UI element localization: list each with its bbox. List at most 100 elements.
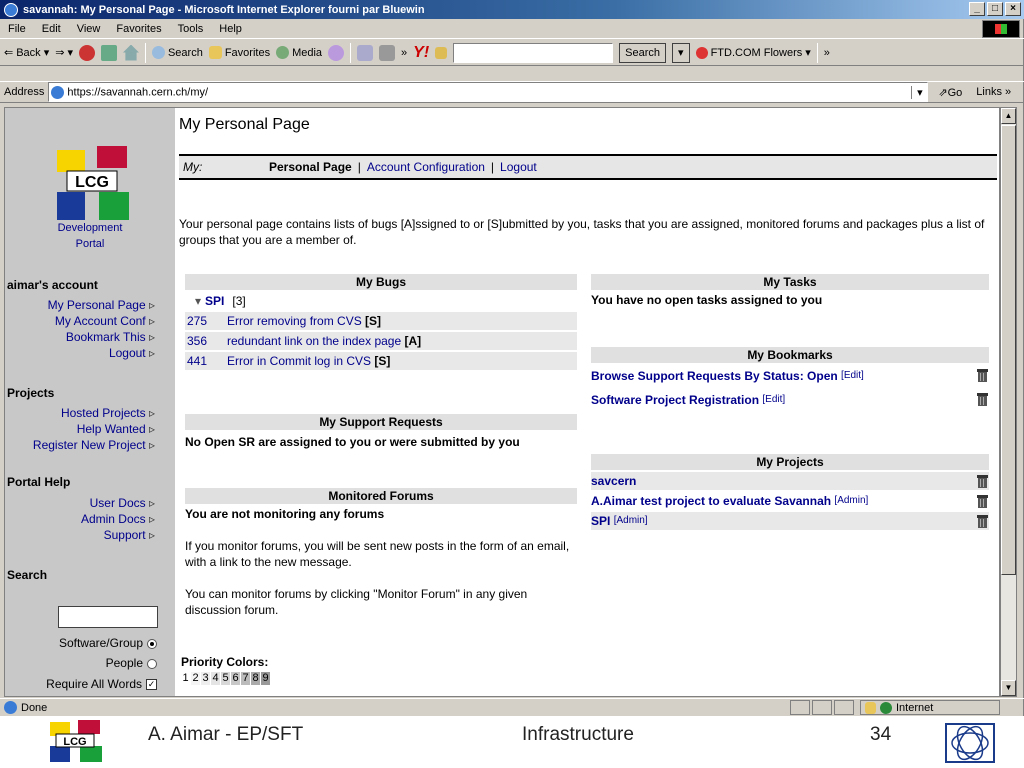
go-button[interactable]: ⇗Go bbox=[938, 86, 962, 99]
account-heading: aimar's account bbox=[7, 278, 98, 292]
list-item: SPI [Admin] bbox=[591, 512, 989, 530]
software-group-radio[interactable] bbox=[147, 638, 157, 649]
favorites-button[interactable]: Favorites bbox=[208, 46, 270, 59]
history-icon[interactable] bbox=[328, 44, 345, 61]
scroll-up-icon[interactable]: ▲ bbox=[1001, 108, 1016, 124]
monitored-forums-heading: Monitored Forums bbox=[185, 488, 577, 504]
bug-group-spi[interactable]: SPI bbox=[205, 292, 224, 310]
menu-edit[interactable]: Edit bbox=[34, 23, 69, 35]
footer-author: A. Aimar - EP/SFT bbox=[148, 724, 304, 745]
search-heading: Search bbox=[7, 568, 48, 582]
favorites-icon bbox=[208, 46, 222, 59]
support-requests-heading: My Support Requests bbox=[185, 414, 577, 430]
people-option[interactable]: People bbox=[106, 656, 157, 670]
people-radio[interactable] bbox=[147, 658, 157, 669]
globe-icon bbox=[880, 701, 892, 714]
yahoo-logo-icon[interactable]: Y! bbox=[413, 44, 429, 62]
nav-account-configuration[interactable]: Account Configuration bbox=[367, 160, 485, 174]
toolbar-chevron-icon[interactable]: » bbox=[824, 47, 830, 59]
hosted-projects-link[interactable]: Hosted Projects bbox=[61, 406, 155, 420]
table-row[interactable]: 441 Error in Commit log in CVS [S] bbox=[185, 352, 577, 370]
register-new-project-link[interactable]: Register New Project bbox=[33, 438, 155, 452]
require-all-words-option[interactable]: Require All Words ✓ bbox=[46, 677, 157, 691]
table-row[interactable]: 356 redundant link on the index page [A] bbox=[185, 332, 577, 350]
search-toolbar-button[interactable]: Search bbox=[151, 46, 203, 59]
scroll-down-icon[interactable]: ▼ bbox=[1001, 680, 1016, 696]
logout-link[interactable]: Logout bbox=[109, 346, 155, 360]
pencil-icon[interactable] bbox=[435, 46, 448, 59]
software-group-option[interactable]: Software/Group bbox=[59, 636, 157, 650]
my-account-conf-link[interactable]: My Account Conf bbox=[55, 314, 155, 328]
address-dropdown-icon[interactable]: ▾ bbox=[911, 85, 927, 99]
links-button[interactable]: Links » bbox=[976, 86, 1011, 98]
portal-title[interactable]: Development Portal bbox=[5, 220, 175, 252]
back-arrow-icon: ⇐ bbox=[4, 47, 14, 59]
ie-icon bbox=[4, 2, 18, 17]
collapse-triangle-icon[interactable]: ▾ bbox=[195, 292, 201, 310]
mail-icon[interactable] bbox=[357, 44, 374, 61]
flowers-link[interactable]: FTD.COM Flowers ▾ bbox=[695, 46, 811, 59]
toolbar-search-input[interactable] bbox=[453, 42, 614, 63]
list-item: Software Project Registration [Edit] bbox=[591, 391, 989, 409]
intro-text: Your personal page contains lists of bug… bbox=[179, 217, 985, 247]
forward-arrow-icon: ⇒ bbox=[55, 47, 65, 59]
bug-group: ▾ SPI [3] bbox=[185, 292, 577, 310]
back-button[interactable]: ⇐ Back ▾ bbox=[4, 46, 49, 60]
require-all-words-checkbox[interactable]: ✓ bbox=[146, 679, 157, 691]
my-personal-page-link[interactable]: My Personal Page bbox=[48, 298, 155, 312]
trash-icon[interactable] bbox=[976, 513, 989, 528]
nav-logout[interactable]: Logout bbox=[500, 160, 537, 174]
svg-text:LCG: LCG bbox=[75, 174, 109, 191]
menu-tools[interactable]: Tools bbox=[170, 23, 212, 35]
bookmark-this-link[interactable]: Bookmark This bbox=[66, 330, 155, 344]
trash-icon[interactable] bbox=[976, 493, 989, 508]
zone-text: Internet bbox=[896, 701, 934, 714]
minimize-button[interactable]: _ bbox=[969, 2, 985, 16]
priority-scale: 123456789 bbox=[181, 672, 270, 685]
monitored-forums-section: Monitored Forums You are not monitoring … bbox=[185, 488, 577, 618]
help-wanted-link[interactable]: Help Wanted bbox=[77, 422, 155, 436]
support-link[interactable]: Support bbox=[104, 528, 155, 542]
my-nav-bar: My: Personal Page | Account Configuratio… bbox=[179, 154, 997, 180]
bug-group-count: [3] bbox=[232, 294, 246, 308]
stop-icon[interactable] bbox=[78, 44, 95, 61]
more-tools-icon[interactable]: » bbox=[401, 47, 407, 59]
svg-text:LCG: LCG bbox=[63, 736, 86, 748]
my-bugs-heading: My Bugs bbox=[185, 274, 577, 290]
forums-howto-text: You can monitor forums by clicking "Moni… bbox=[185, 587, 528, 617]
projects-heading: Projects bbox=[7, 386, 55, 400]
menu-view[interactable]: View bbox=[69, 23, 109, 35]
address-bar: Address https://savannah.cern.ch/my/ ▾ ⇗… bbox=[0, 81, 1024, 103]
footer-page-number: 34 bbox=[870, 724, 892, 745]
scroll-thumb[interactable] bbox=[1001, 125, 1016, 575]
refresh-icon[interactable] bbox=[100, 44, 117, 61]
toolbar: ⇐ Back ▾ ⇒ ▾ Search Favorites Media » Y! … bbox=[0, 40, 1024, 66]
close-button[interactable]: × bbox=[1005, 2, 1021, 16]
menu-favorites[interactable]: Favorites bbox=[108, 23, 169, 35]
table-row[interactable]: 275 Error removing from CVS [S] bbox=[185, 312, 577, 330]
sidebar-search-input[interactable] bbox=[58, 606, 158, 628]
search-dropdown-button[interactable]: ▾ bbox=[672, 42, 690, 63]
admin-docs-link[interactable]: Admin Docs bbox=[81, 512, 155, 526]
trash-icon[interactable] bbox=[976, 367, 989, 382]
print-icon[interactable] bbox=[379, 44, 396, 61]
menu-help[interactable]: Help bbox=[211, 23, 250, 35]
nav-personal-page[interactable]: Personal Page bbox=[269, 160, 352, 174]
vertical-scrollbar[interactable]: ▲ ▼ bbox=[1000, 107, 1017, 697]
trash-icon[interactable] bbox=[976, 391, 989, 406]
user-docs-link[interactable]: User Docs bbox=[90, 496, 155, 510]
home-icon[interactable] bbox=[122, 44, 139, 61]
menu-file[interactable]: File bbox=[0, 23, 34, 35]
forward-button[interactable]: ⇒ ▾ bbox=[55, 46, 73, 59]
search-icon bbox=[151, 46, 165, 59]
menu-bar: File Edit View Favorites Tools Help bbox=[0, 19, 1024, 39]
windows-logo-icon bbox=[982, 20, 1020, 38]
search-button[interactable]: Search bbox=[619, 42, 667, 63]
my-bookmarks-section: My Bookmarks Browse Support Requests By … bbox=[591, 347, 989, 409]
forums-status-text: You are not monitoring any forums bbox=[185, 507, 385, 521]
trash-icon[interactable] bbox=[976, 473, 989, 488]
maximize-button[interactable]: □ bbox=[987, 2, 1003, 16]
my-tasks-heading: My Tasks bbox=[591, 274, 989, 290]
address-input[interactable]: https://savannah.cern.ch/my/ ▾ bbox=[48, 82, 929, 102]
media-button[interactable]: Media bbox=[276, 46, 322, 59]
